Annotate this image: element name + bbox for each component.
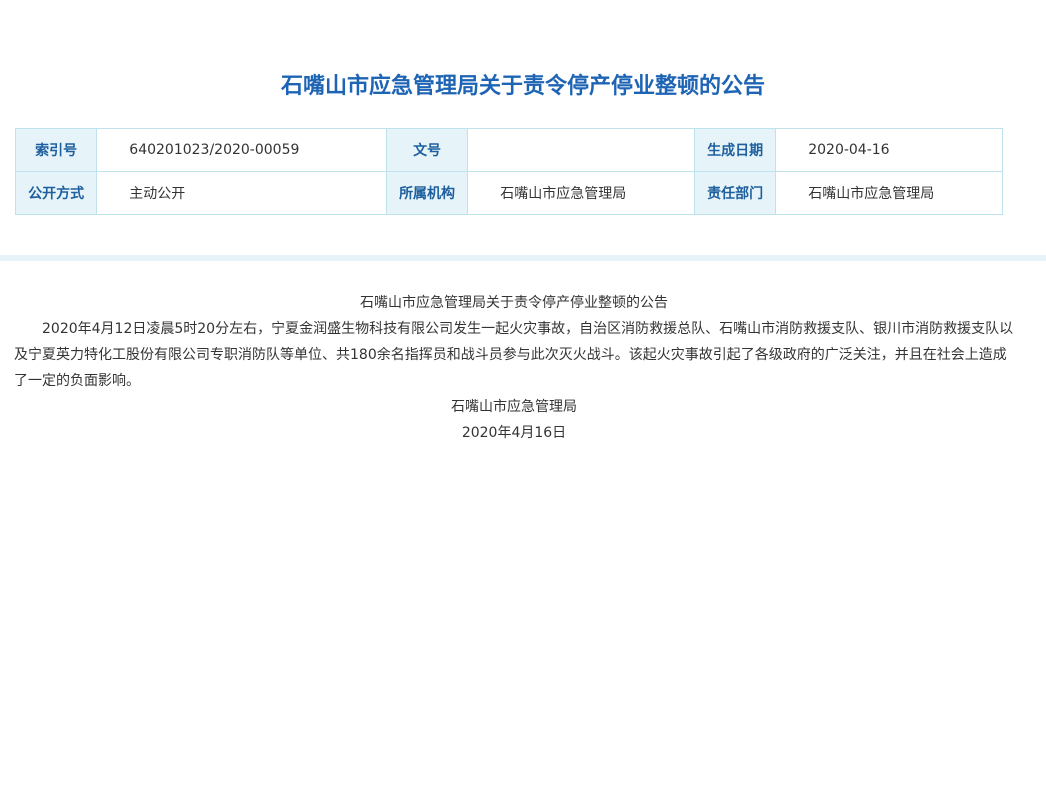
doc-title: 石嘴山市应急管理局关于责令停产停业整顿的公告 (360, 295, 668, 311)
page-title: 石嘴山市应急管理局关于责令停产停业整顿的公告 (280, 74, 765, 99)
paragraph: 2020年4月12日凌晨5时20分左右，宁夏金润盛生物科技有限公司发生一起火灾事… (14, 321, 1014, 389)
meta-val: 2020-04-16 (775, 128, 1003, 172)
meta-key: 所属机构 (385, 171, 469, 215)
meta-key: 生成日期 (693, 128, 777, 172)
signature: 石嘴山市应急管理局 (451, 399, 577, 415)
header: 石嘴山市应急管理局关于责令停产停业整顿的公告 索引号 640201023/2020… (0, 0, 1046, 261)
meta-val: 石嘴山市应急管理局 (467, 171, 695, 215)
date: 2020年4月16日 (461, 425, 567, 441)
meta-key: 责任部门 (693, 171, 777, 215)
meta-key: 索引号 (14, 128, 98, 172)
meta-val (467, 128, 695, 172)
meta-val: 640201023/2020-00059 (96, 128, 387, 172)
document-body: 石嘴山市应急管理局关于责令停产停业整顿的公告 2020年4月12日凌晨5时20分… (14, 290, 1014, 446)
meta-val: 石嘴山市应急管理局 (775, 171, 1003, 215)
meta-val: 主动公开 (96, 171, 387, 215)
meta-key: 公开方式 (14, 171, 98, 215)
meta-table: 索引号 640201023/2020-00059 文号 生成日期 2020-04-1… (14, 128, 1003, 215)
meta-key: 文号 (385, 128, 469, 172)
